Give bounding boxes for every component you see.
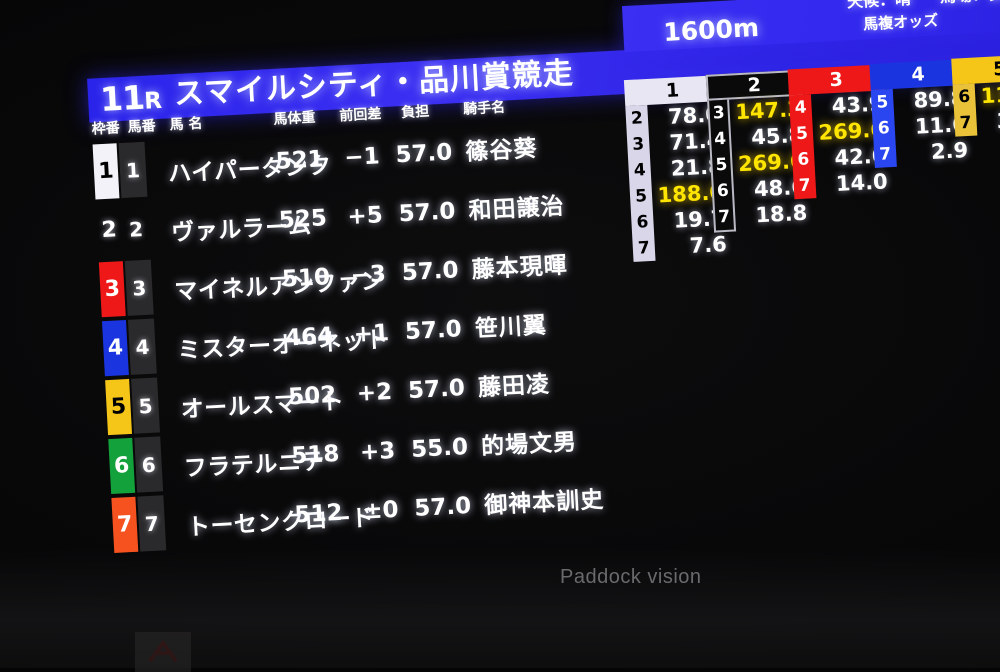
jockey-name: 和田譲治: [467, 193, 566, 225]
jockey-name: 御神本訓史: [483, 486, 605, 520]
carried-weight: 57.0: [407, 375, 466, 405]
weight-diff: −3: [349, 261, 387, 289]
odds-value[interactable]: 7.6: [654, 231, 729, 261]
horse-weight: 502: [287, 381, 337, 411]
carried-weight: 57.0: [404, 316, 463, 346]
odds-row-label: 7: [798, 175, 812, 197]
weight-diff: ±0: [362, 496, 400, 525]
weight-diff: +3: [359, 437, 396, 466]
horse-weight: 512: [293, 499, 344, 529]
header-jockey: 騎手名: [462, 99, 506, 118]
odds-row-label: 3: [712, 102, 726, 124]
carried-weight: 55.0: [410, 434, 469, 464]
odds-row-label: 4: [713, 128, 727, 150]
odds-row-label: 2: [630, 108, 644, 129]
jockey-name: 的場文男: [480, 429, 578, 461]
odds-row-label: 3: [631, 134, 645, 155]
horse-number-badge: 6: [134, 436, 164, 493]
odds-row-label: 7: [959, 112, 973, 134]
frame-number-badge: 1: [92, 143, 120, 200]
header-load: 負担: [400, 103, 430, 122]
odds-value[interactable]: 14.0: [815, 168, 890, 198]
race-distance: 1600m: [662, 12, 760, 47]
odds-values: 119.0 34.6: [975, 80, 1000, 136]
odds-row-label: 7: [717, 206, 731, 228]
weight-diff: +2: [356, 378, 393, 407]
odds-row-label: 7: [637, 238, 651, 259]
frame-number-badge: 5: [105, 378, 133, 436]
horse-name: トーセンクロード: [186, 505, 376, 542]
venue-logo-icon: [135, 632, 191, 672]
odds-row-label: 6: [957, 86, 971, 108]
carried-weight: 57.0: [413, 492, 472, 522]
weight-diff: −1: [343, 143, 381, 172]
header-frame: 枠番: [91, 120, 121, 138]
jockey-name: 藤本現暉: [471, 252, 569, 284]
horse-weight: 518: [290, 440, 341, 470]
entry-table-body: 1 1 ハイパータンク 521 −1 57.0 篠谷葵 2 2 ヴァルラーム 525 +5 57.0 和田…: [92, 115, 633, 555]
odds-value[interactable]: 2.9: [896, 137, 971, 167]
odds-value[interactable]: 34.6: [976, 106, 1000, 136]
horse-number-badge: 7: [137, 495, 167, 552]
horse-number-badge: 4: [127, 318, 157, 375]
horse-number-badge: 2: [128, 216, 144, 242]
odds-caption: 馬複オッズ: [862, 11, 939, 34]
horse-number-badge: 5: [131, 377, 160, 434]
race-number-suffix: R: [143, 87, 162, 115]
frame-number-badge: 2: [100, 217, 118, 244]
carried-weight: 57.0: [398, 198, 457, 228]
odds-value[interactable]: 18.8: [735, 200, 810, 230]
odds-value[interactable]: 119.0: [975, 80, 1000, 110]
jockey-name: 藤田凌: [477, 371, 551, 402]
odds-row-label: 5: [875, 92, 889, 113]
horse-weight: 464: [284, 323, 334, 352]
odds-row-label: 6: [877, 118, 891, 139]
odds-row-label: 7: [878, 144, 892, 165]
odds-row-label: 5: [634, 186, 648, 207]
odds-row-label: 5: [715, 154, 728, 176]
odds-row-label: 6: [636, 212, 649, 233]
jockey-name: 笹川翼: [474, 312, 548, 343]
jockey-name: 篠谷葵: [464, 135, 539, 166]
odds-row-label: 4: [633, 160, 647, 181]
odds-row-label: 5: [795, 123, 809, 145]
odds-row-label: 6: [796, 149, 810, 171]
paddock-vision-label: Paddock vision: [560, 566, 702, 588]
horse-weight: 525: [278, 205, 328, 234]
frame-number-badge: 3: [98, 261, 126, 318]
weight-diff: +5: [346, 202, 384, 231]
odds-column: 5 6 7 119.0 34.6: [951, 53, 1000, 137]
horse-weight: 510: [281, 264, 331, 293]
odds-column-body: 6 7 119.0 34.6: [952, 80, 1000, 137]
horse-number-badge: 3: [124, 259, 154, 316]
frame-number-badge: 4: [101, 320, 129, 377]
tote-display-board: 11R スマイルシティ・品川賞競走 1600m 天候：晴 馬場：良 馬複オッズ …: [62, 0, 1000, 581]
header-horse-name: 馬 名: [169, 115, 203, 134]
odds-row-label: 4: [794, 97, 808, 119]
race-number-value: 11: [99, 77, 146, 120]
frame-number-badge: 7: [111, 496, 139, 553]
odds-row-label: 6: [716, 180, 730, 202]
frame-number-badge: 6: [108, 437, 136, 495]
weight-diff: +1: [353, 320, 390, 348]
odds-row-labels: 67: [952, 83, 978, 137]
horse-weight: 521: [275, 146, 325, 175]
header-diff: 前回差: [338, 106, 382, 125]
horse-number-badge: 1: [118, 141, 148, 199]
odds-column-header: 5: [951, 53, 1000, 85]
header-weight: 馬体重: [273, 109, 316, 128]
carried-weight: 57.0: [394, 139, 453, 169]
header-horse-no: 馬番: [127, 118, 157, 136]
carried-weight: 57.0: [401, 257, 460, 287]
